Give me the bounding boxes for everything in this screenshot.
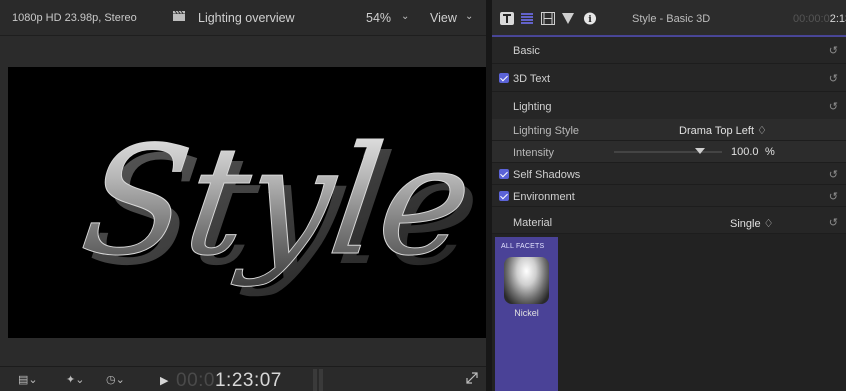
reset-icon[interactable]: ↺ (829, 72, 838, 85)
zoom-menu[interactable]: 54% (366, 11, 391, 25)
lighting-style-popup[interactable]: Drama Top Left ♢ (679, 124, 767, 137)
intensity-row: Intensity 100.0 % (492, 141, 846, 163)
section-3d-text[interactable]: 3D Text ↺ (492, 67, 846, 92)
reset-icon[interactable]: ↺ (829, 190, 838, 203)
3d-text-checkbox[interactable] (499, 73, 509, 83)
3d-text-style: Style Style (72, 113, 486, 299)
intensity-slider[interactable] (614, 151, 722, 153)
reset-icon[interactable]: ↺ (829, 216, 838, 229)
play-icon[interactable]: ▶ (160, 374, 168, 387)
section-basic[interactable]: Basic ↺ (492, 39, 846, 64)
canvas-text: Style (73, 114, 482, 289)
reset-icon[interactable]: ↺ (829, 100, 838, 113)
lighting-style-row: Lighting Style Drama Top Left ♢ (492, 119, 846, 141)
canvas-graphic: Style Style (72, 113, 486, 299)
chevron-down-icon[interactable]: ⌄ (465, 11, 473, 22)
viewer-canvas[interactable]: Style Style (8, 67, 486, 338)
lighting-style-label: Lighting Style (513, 125, 580, 137)
self-shadows-label: Self Shadows (513, 169, 581, 181)
inspector-title: Style - Basic 3D (632, 13, 711, 25)
facet-all-facets[interactable]: ALL FACETS Nickel (495, 237, 558, 391)
transform-icon[interactable]: ▤⌄ (18, 373, 38, 386)
tab-underline (492, 35, 846, 37)
svg-text:i: i (588, 14, 592, 25)
section-lighting[interactable]: Lighting ↺ (492, 95, 846, 120)
timecode-lit: 1:23:07 (214, 370, 282, 391)
environment-checkbox[interactable] (499, 191, 509, 201)
viewer-header: 1080p HD 23.98p, Stereo Lighting overvie… (0, 0, 486, 36)
info-icon[interactable]: i (583, 12, 597, 25)
text-icon[interactable] (520, 12, 534, 25)
inspector-header: i Style - Basic 3D 00:00:02:13 (492, 0, 846, 37)
inspector-timecode-dim: 00:00:0 (793, 13, 830, 25)
inspector-timecode: 00:00:02:13 (793, 13, 846, 25)
self-shadows-row[interactable]: Self Shadows ↺ (492, 163, 846, 185)
clip-title: Lighting overview (198, 11, 295, 25)
viewer-panel: 1080p HD 23.98p, Stereo Lighting overvie… (0, 0, 486, 391)
project-format: 1080p HD 23.98p, Stereo (12, 12, 137, 24)
swatch-label: Nickel (514, 308, 539, 318)
chevron-down-icon[interactable]: ⌄ (401, 11, 409, 22)
video-icon[interactable] (541, 12, 555, 25)
reset-icon[interactable]: ↺ (829, 44, 838, 57)
section-label: 3D Text (513, 73, 551, 85)
environment-row[interactable]: Environment ↺ (492, 185, 846, 207)
view-menu[interactable]: View (430, 11, 457, 25)
intensity-label: Intensity (513, 147, 554, 159)
intensity-value[interactable]: 100.0 (731, 146, 759, 158)
self-shadows-checkbox[interactable] (499, 169, 509, 179)
inspector-panel: i Style - Basic 3D 00:00:02:13 Basic ↺ 3… (492, 0, 846, 391)
generator-icon[interactable] (561, 12, 575, 25)
section-label: Basic (513, 45, 540, 57)
audio-meter-grip (313, 369, 327, 391)
speed-gauge-icon[interactable]: ◷⌄ (106, 373, 125, 386)
nickel-material-swatch[interactable] (504, 257, 549, 304)
material-row[interactable]: Material Single ♢ ↺ (492, 211, 846, 234)
material-browser: ALL FACETS Nickel (492, 234, 846, 391)
timecode-display[interactable]: 00:01:23:07 (176, 370, 282, 391)
viewer-toolbar: ▤⌄ ✦⌄ ◷⌄ ▶ 00:01:23:07 (0, 366, 486, 391)
enhance-wand-icon[interactable]: ✦⌄ (66, 373, 84, 386)
material-popup[interactable]: Single ♢ (730, 217, 774, 230)
facet-label: ALL FACETS (501, 243, 545, 250)
reset-icon[interactable]: ↺ (829, 168, 838, 181)
material-label: Material (513, 217, 553, 229)
fullscreen-icon[interactable] (466, 372, 478, 384)
title-icon[interactable] (500, 12, 514, 25)
timecode-dim: 00:0 (176, 370, 215, 391)
section-label: Lighting (513, 101, 552, 113)
intensity-unit: % (765, 146, 775, 158)
inspector-timecode-lit: 2:13 (829, 13, 846, 25)
environment-label: Environment (513, 191, 575, 203)
clapperboard-icon (173, 10, 185, 21)
intensity-slider-knob[interactable] (695, 148, 706, 154)
